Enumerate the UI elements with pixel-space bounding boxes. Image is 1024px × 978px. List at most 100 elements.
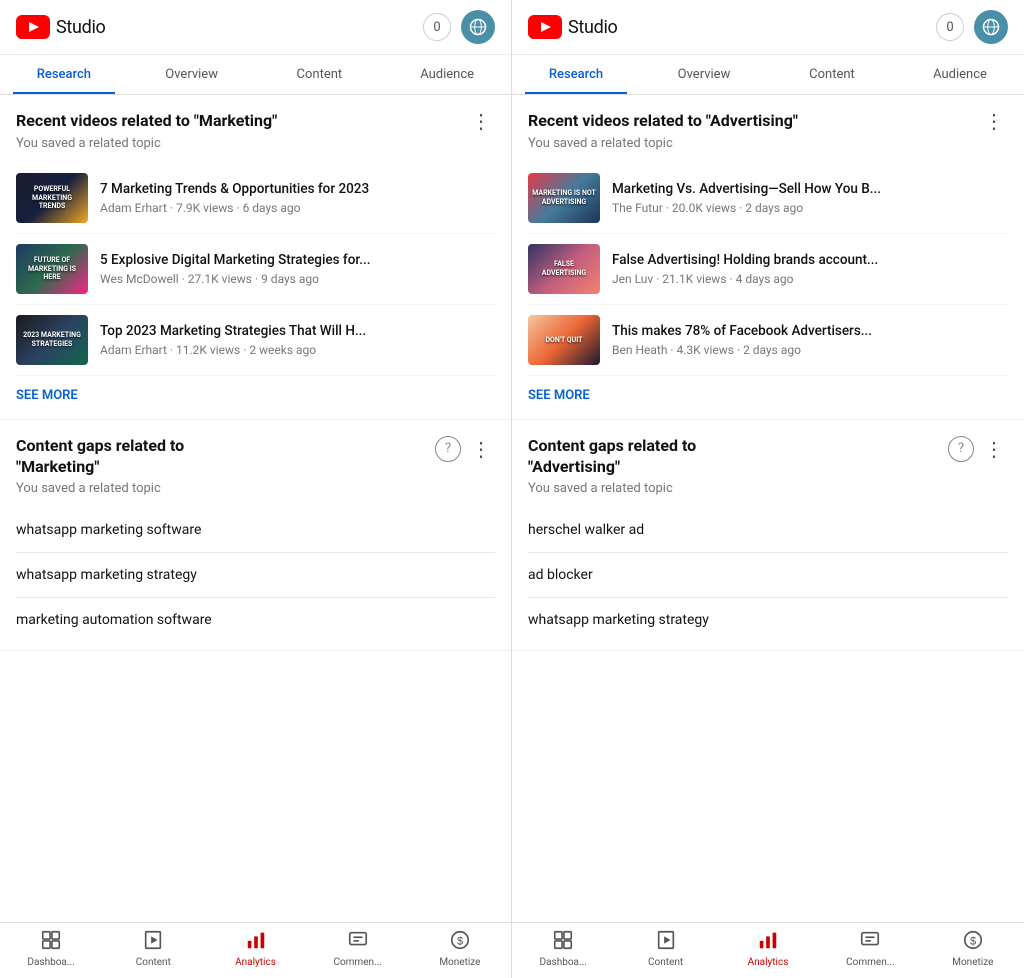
tabs-bar: ResearchOverviewContentAudience: [0, 55, 511, 95]
header: Studio 0: [512, 0, 1024, 55]
avatar[interactable]: [974, 10, 1008, 44]
monetize-nav-icon: $: [449, 929, 471, 954]
nav-item-content[interactable]: Content: [614, 929, 716, 968]
gap-item[interactable]: marketing automation software: [16, 598, 495, 642]
nav-label: Monetize: [439, 957, 480, 968]
nav-item-content[interactable]: Content: [102, 929, 204, 968]
logo-area: Studio: [16, 15, 106, 39]
gap-item[interactable]: whatsapp marketing software: [16, 508, 495, 553]
content-gaps-section: Content gaps related to"Marketing" ? ⋮ Y…: [0, 420, 511, 652]
video-meta: The Futur · 20.0K views · 2 days ago: [612, 201, 1008, 215]
section-subtitle: You saved a related topic: [16, 481, 495, 496]
more-options-icon[interactable]: ⋮: [980, 439, 1008, 459]
more-options-icon[interactable]: ⋮: [980, 111, 1008, 131]
comments-nav-icon: [347, 929, 369, 954]
tab-content[interactable]: Content: [768, 55, 896, 94]
studio-label: Studio: [56, 17, 106, 38]
nav-label: Dashboa...: [540, 957, 587, 968]
video-title: 7 Marketing Trends & Opportunities for 2…: [100, 181, 495, 199]
thumb-label: FALSE ADVERTISING: [528, 244, 600, 294]
nav-label: Commen...: [333, 957, 382, 968]
nav-item-analytics[interactable]: Analytics: [204, 929, 306, 968]
see-more-link[interactable]: SEE MORE: [16, 376, 495, 411]
video-title: Top 2023 Marketing Strategies That Will …: [100, 323, 495, 341]
nav-item-comments[interactable]: Commen...: [307, 929, 409, 968]
recent-videos-section: Recent videos related to "Advertising" ⋮…: [512, 95, 1024, 420]
tab-audience[interactable]: Audience: [896, 55, 1024, 94]
header-right: 0: [423, 10, 495, 44]
help-icon[interactable]: ?: [435, 436, 461, 462]
section-icons: ? ⋮: [948, 436, 1008, 462]
section-header: Recent videos related to "Marketing" ⋮: [16, 111, 495, 132]
globe-icon: [981, 17, 1001, 37]
video-info: False Advertising! Holding brands accoun…: [612, 252, 1008, 287]
nav-label: Content: [136, 957, 171, 968]
gap-item[interactable]: herschel walker ad: [528, 508, 1008, 553]
gap-item[interactable]: ad blocker: [528, 553, 1008, 598]
video-item[interactable]: FUTURE OF MARKETING IS HERE 5 Explosive …: [16, 234, 495, 305]
more-options-icon[interactable]: ⋮: [467, 439, 495, 459]
nav-item-dashboard[interactable]: Dashboa...: [0, 929, 102, 968]
content-gaps-section: Content gaps related to"Advertising" ? ⋮…: [512, 420, 1024, 652]
tab-content[interactable]: Content: [256, 55, 384, 94]
dashboard-nav-icon: [552, 929, 574, 954]
logo-area: Studio: [528, 15, 618, 39]
nav-item-dashboard[interactable]: Dashboa...: [512, 929, 614, 968]
youtube-logo: [16, 15, 50, 39]
panel-right: Studio 0 ResearchOverviewContentAudience…: [512, 0, 1024, 978]
avatar[interactable]: [461, 10, 495, 44]
content-gaps-title: Content gaps related to"Marketing": [16, 436, 435, 478]
video-meta: Jen Luv · 21.1K views · 4 days ago: [612, 272, 1008, 286]
tab-research[interactable]: Research: [0, 55, 128, 94]
tab-overview[interactable]: Overview: [128, 55, 256, 94]
more-options-icon[interactable]: ⋮: [467, 111, 495, 131]
panel-left: Studio 0 ResearchOverviewContentAudience…: [0, 0, 512, 978]
nav-item-analytics[interactable]: Analytics: [717, 929, 819, 968]
content-nav-icon: [142, 929, 164, 954]
video-item[interactable]: 2023 MARKETING STRATEGIES Top 2023 Marke…: [16, 305, 495, 376]
notification-badge[interactable]: 0: [423, 13, 451, 41]
youtube-logo: [528, 15, 562, 39]
tab-audience[interactable]: Audience: [383, 55, 511, 94]
video-thumbnail: 2023 MARKETING STRATEGIES: [16, 315, 88, 365]
section-header: Content gaps related to"Marketing" ? ⋮: [16, 436, 495, 478]
section-subtitle: You saved a related topic: [528, 481, 1008, 496]
content-nav-icon: [655, 929, 677, 954]
help-icon[interactable]: ?: [948, 436, 974, 462]
gap-item[interactable]: whatsapp marketing strategy: [16, 553, 495, 598]
video-item[interactable]: DON'T QUIT This makes 78% of Facebook Ad…: [528, 305, 1008, 376]
nav-item-comments[interactable]: Commen...: [819, 929, 921, 968]
comments-nav-icon: [859, 929, 881, 954]
video-item[interactable]: MARKETING IS NOT ADVERTISING Marketing V…: [528, 163, 1008, 234]
header-right: 0: [936, 10, 1008, 44]
video-thumbnail: FALSE ADVERTISING: [528, 244, 600, 294]
tab-research[interactable]: Research: [512, 55, 640, 94]
video-meta: Wes McDowell · 27.1K views · 9 days ago: [100, 272, 495, 286]
video-item[interactable]: POWERFUL MARKETING TRENDS 7 Marketing Tr…: [16, 163, 495, 234]
recent-videos-section: Recent videos related to "Marketing" ⋮ Y…: [0, 95, 511, 420]
tab-overview[interactable]: Overview: [640, 55, 768, 94]
globe-icon: [468, 17, 488, 37]
video-title: Marketing Vs. Advertising—Sell How You B…: [612, 181, 1008, 199]
nav-label: Monetize: [952, 957, 993, 968]
thumb-label: 2023 MARKETING STRATEGIES: [16, 315, 88, 365]
video-item[interactable]: FALSE ADVERTISING False Advertising! Hol…: [528, 234, 1008, 305]
video-meta: Adam Erhart · 7.9K views · 6 days ago: [100, 201, 495, 215]
nav-item-monetize[interactable]: $ Monetize: [409, 929, 511, 968]
dashboard-nav-icon: [40, 929, 62, 954]
content-area: Recent videos related to "Marketing" ⋮ Y…: [0, 95, 511, 922]
monetize-nav-icon: $: [962, 929, 984, 954]
gap-item[interactable]: whatsapp marketing strategy: [528, 598, 1008, 642]
video-info: Top 2023 Marketing Strategies That Will …: [100, 323, 495, 358]
bottom-nav: Dashboa... Content Analytics Commen... $…: [512, 922, 1024, 978]
content-area: Recent videos related to "Advertising" ⋮…: [512, 95, 1024, 922]
video-title: 5 Explosive Digital Marketing Strategies…: [100, 252, 495, 270]
video-thumbnail: FUTURE OF MARKETING IS HERE: [16, 244, 88, 294]
notification-badge[interactable]: 0: [936, 13, 964, 41]
nav-item-monetize[interactable]: $ Monetize: [922, 929, 1024, 968]
svg-text:$: $: [457, 936, 463, 948]
thumb-label: POWERFUL MARKETING TRENDS: [16, 173, 88, 223]
see-more-link[interactable]: SEE MORE: [528, 376, 1008, 411]
video-meta: Ben Heath · 4.3K views · 2 days ago: [612, 343, 1008, 357]
video-info: Marketing Vs. Advertising—Sell How You B…: [612, 181, 1008, 216]
